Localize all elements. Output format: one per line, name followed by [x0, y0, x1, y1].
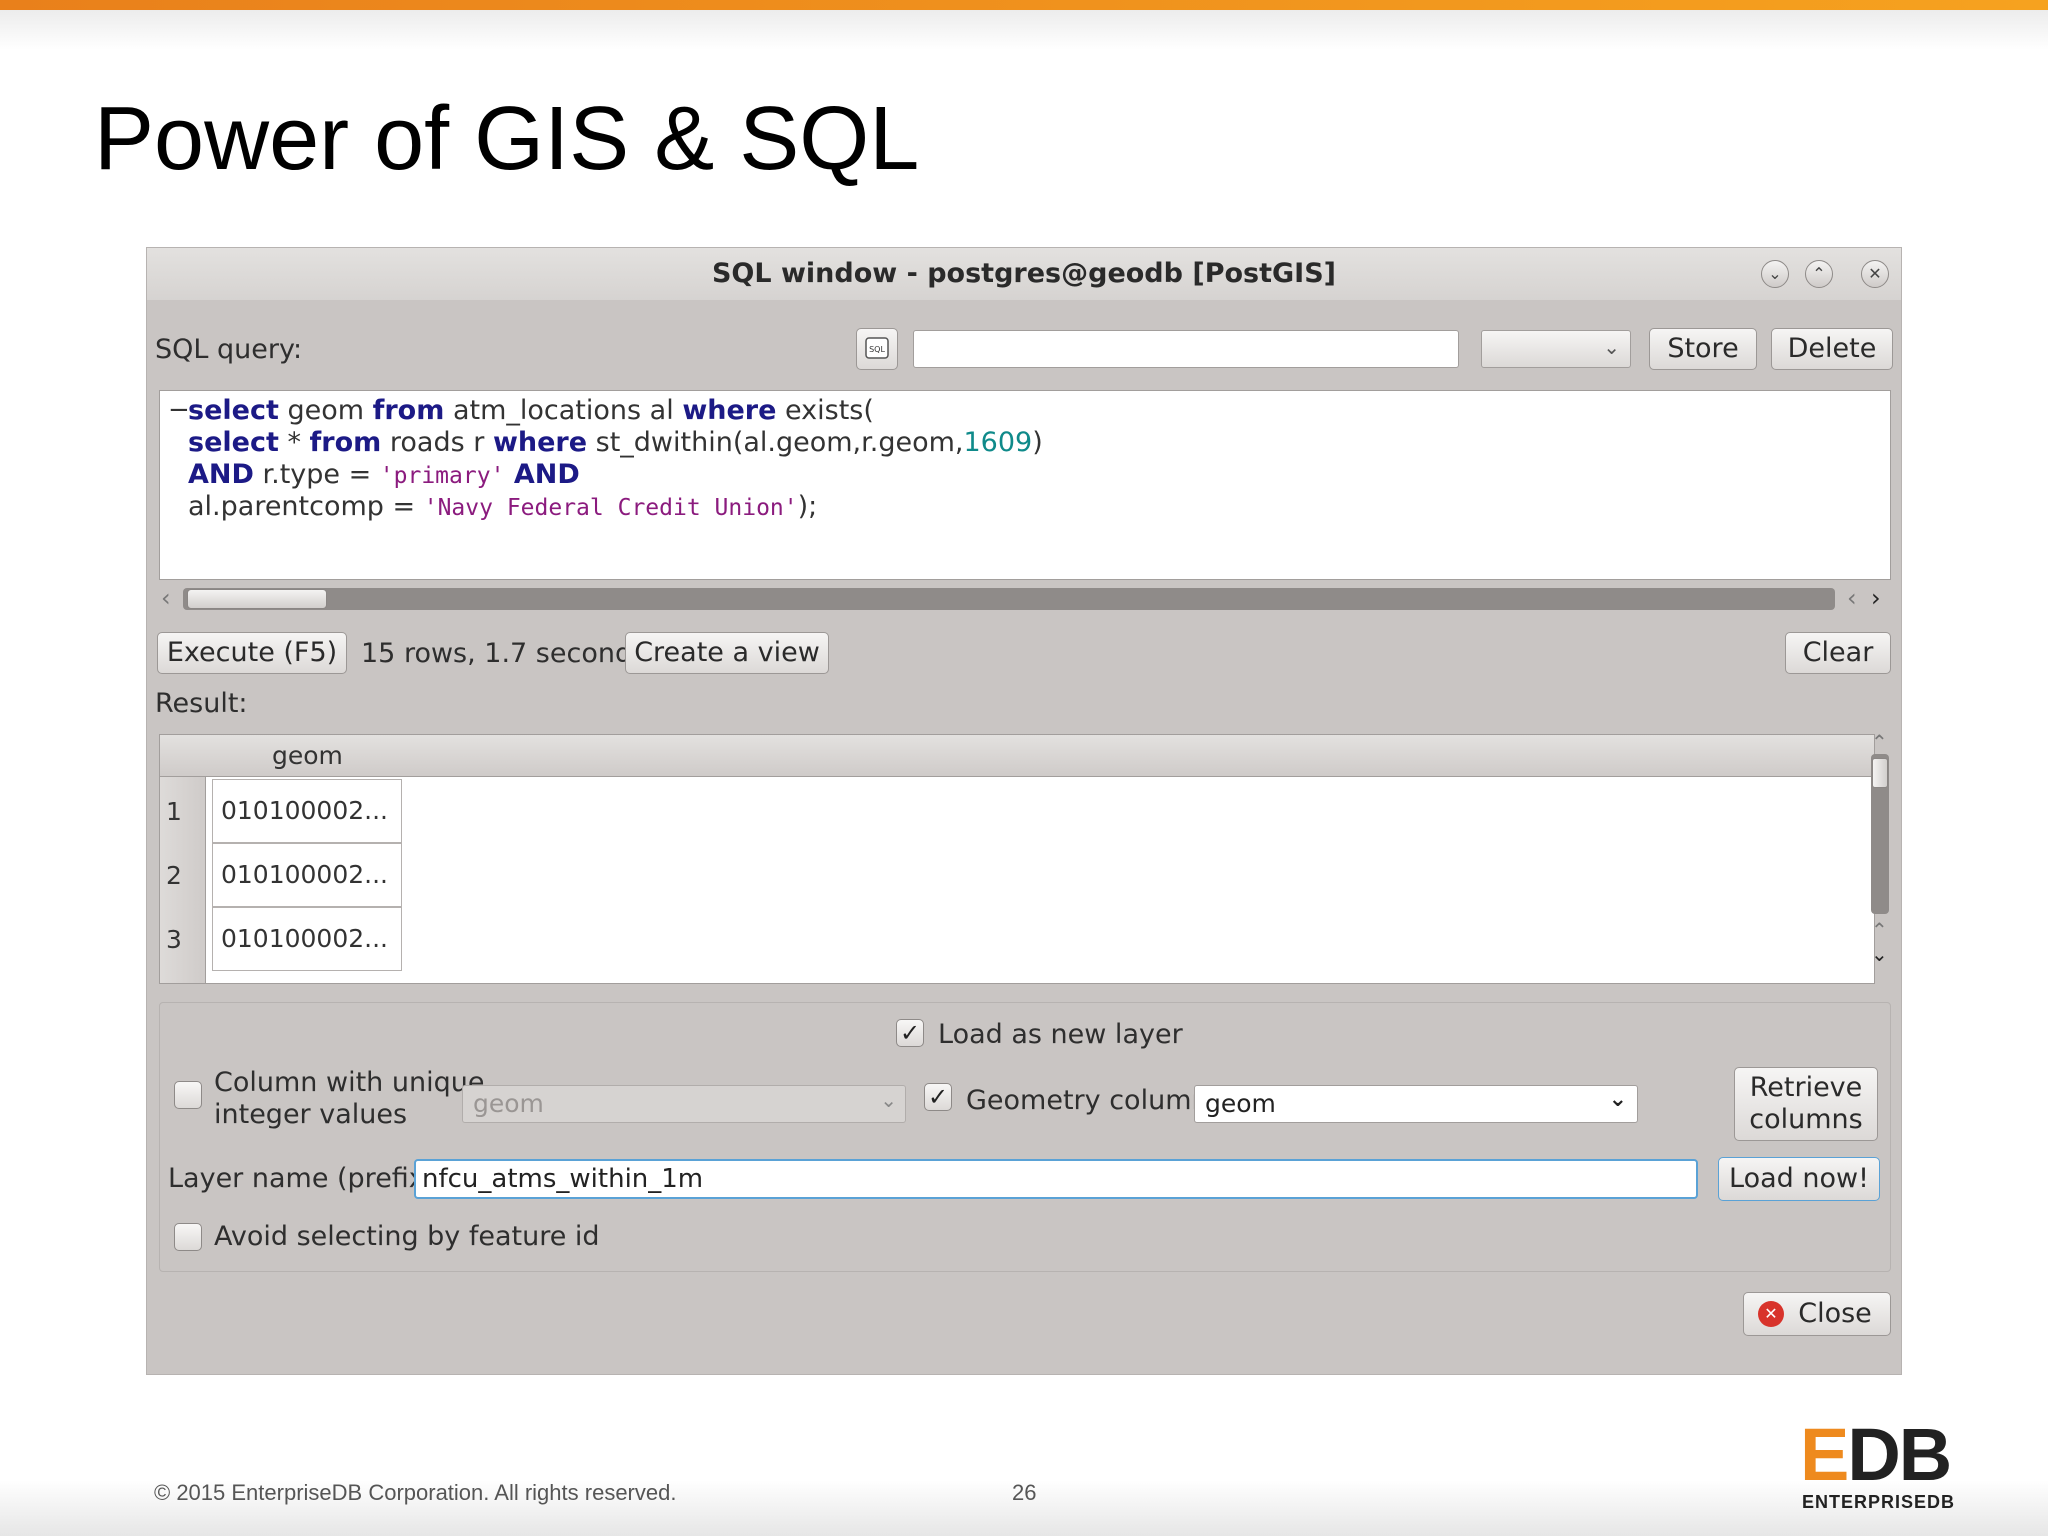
table-cell[interactable]: 010100002...	[212, 843, 402, 907]
delete-button[interactable]: Delete	[1771, 328, 1893, 370]
copyright-text: © 2015 EnterpriseDB Corporation. All rig…	[154, 1480, 677, 1505]
scroll-left-icon[interactable]: ‹	[161, 584, 171, 612]
load-now-button[interactable]: Load now!	[1718, 1157, 1880, 1201]
sql-icon-button[interactable]: SQL	[856, 328, 898, 370]
saved-query-select[interactable]: ⌄	[1481, 330, 1631, 368]
scroll-right-icon[interactable]: ›	[1871, 584, 1881, 612]
scroll-down-icon[interactable]: ⌄	[1871, 942, 1888, 966]
unique-column-label: Column with unique integer values	[214, 1067, 485, 1130]
sql-query-label: SQL query:	[155, 334, 303, 365]
sql-line-3: AND r.type = 'primary' AND	[188, 459, 580, 490]
logo-wordmark: EDB	[1800, 1413, 1952, 1496]
layer-name-label: Layer name (prefix)	[168, 1163, 436, 1194]
result-vertical-scrollbar[interactable]: ⌃ ⌃ ⌄	[1865, 730, 1895, 984]
query-status: 15 rows, 1.7 seconds	[361, 638, 647, 669]
execute-button[interactable]: Execute (F5)	[157, 632, 347, 674]
slide-top-gradient	[0, 10, 2048, 50]
scroll-thumb[interactable]	[1872, 758, 1888, 788]
slide-title: Power of GIS & SQL	[94, 89, 920, 189]
minimize-button[interactable]: ⌄	[1761, 260, 1789, 288]
close-circle-icon: ✕	[1758, 1301, 1784, 1327]
result-table[interactable]: geom 1 2 3 010100002... 010100002... 010…	[159, 734, 1875, 984]
retrieve-columns-button[interactable]: Retrieve columns	[1734, 1067, 1878, 1141]
sql-scroll-icon: SQL	[865, 337, 889, 359]
fold-marker-icon[interactable]: −	[168, 395, 190, 425]
window-close-button[interactable]: ✕	[1861, 260, 1889, 288]
table-cell[interactable]: 010100002...	[212, 779, 402, 843]
layer-name-input[interactable]: nfcu_atms_within_1m	[414, 1159, 1698, 1199]
clear-button[interactable]: Clear	[1785, 632, 1891, 674]
checkmark-icon: ✓	[927, 1083, 949, 1111]
avoid-feature-id-checkbox[interactable]	[174, 1223, 202, 1251]
sql-line-4: al.parentcomp = 'Navy Federal Credit Uni…	[188, 491, 818, 522]
row-number[interactable]: 1	[166, 797, 182, 826]
unique-column-checkbox[interactable]	[174, 1081, 202, 1109]
layer-options-panel: ✓ Load as new layer Column with unique i…	[159, 1002, 1891, 1272]
chevron-down-icon: ⌄	[880, 1088, 897, 1112]
row-number[interactable]: 3	[166, 925, 182, 954]
table-cell[interactable]: 010100002...	[212, 907, 402, 971]
geometry-column-label: Geometry column	[966, 1085, 1209, 1116]
column-header-geom[interactable]: geom	[272, 741, 343, 770]
create-view-button[interactable]: Create a view	[625, 632, 829, 674]
chevron-down-icon: ⌄	[1768, 264, 1782, 283]
checkmark-icon: ✓	[899, 1019, 921, 1047]
logo-subtitle: ENTERPRISEDB	[1802, 1492, 1956, 1512]
svg-text:SQL: SQL	[869, 345, 885, 354]
geometry-column-select[interactable]: geom ⌄	[1194, 1085, 1638, 1123]
scroll-up-icon[interactable]: ⌃	[1871, 730, 1888, 754]
sql-horizontal-scrollbar[interactable]: ‹ ‹ ›	[159, 584, 1891, 612]
chevron-down-icon: ⌄	[1608, 1087, 1627, 1112]
page-number: 26	[1012, 1480, 1037, 1505]
unique-column-select[interactable]: geom ⌄	[462, 1085, 906, 1123]
load-as-layer-checkbox[interactable]: ✓	[896, 1019, 924, 1047]
edb-logo: EDB ENTERPRISEDB	[1800, 1413, 1960, 1513]
load-as-layer-label: Load as new layer	[938, 1019, 1183, 1050]
window-title: SQL window - postgres@geodb [PostGIS]	[147, 248, 1901, 300]
table-header: geom	[160, 735, 1874, 777]
sql-line-1: select geom from atm_locations al where …	[188, 395, 874, 426]
slide-top-accent-bar	[0, 0, 2048, 10]
close-button[interactable]: ✕ Close	[1743, 1292, 1891, 1336]
chevron-up-icon: ⌃	[1812, 264, 1826, 283]
scroll-left-icon[interactable]: ‹	[1847, 584, 1857, 612]
store-button[interactable]: Store	[1649, 328, 1757, 370]
maximize-button[interactable]: ⌃	[1805, 260, 1833, 288]
close-icon: ✕	[1868, 264, 1882, 283]
geometry-column-checkbox[interactable]: ✓	[924, 1083, 952, 1111]
sql-window: SQL window - postgres@geodb [PostGIS] ⌄ …	[146, 247, 1902, 1375]
sql-editor[interactable]: − select geom from atm_locations al wher…	[159, 390, 1891, 580]
scroll-thumb[interactable]	[187, 589, 327, 609]
sql-line-2: select * from roads r where st_dwithin(a…	[188, 427, 1043, 458]
query-name-input[interactable]	[913, 330, 1459, 368]
scroll-track[interactable]	[183, 588, 1835, 610]
chevron-down-icon: ⌄	[1603, 335, 1620, 359]
avoid-feature-id-label: Avoid selecting by feature id	[214, 1221, 600, 1252]
result-label: Result:	[155, 688, 248, 719]
row-number[interactable]: 2	[166, 861, 182, 890]
scroll-up-icon[interactable]: ⌃	[1871, 918, 1888, 942]
